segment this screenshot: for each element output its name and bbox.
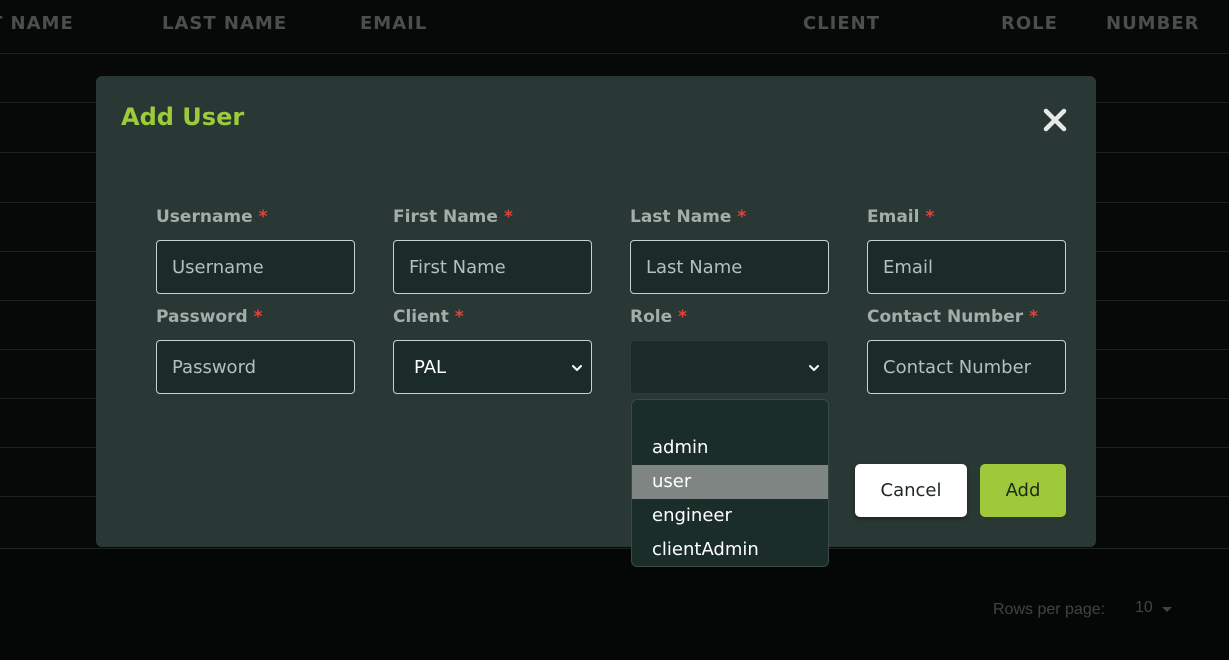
chevron-down-icon [572, 365, 582, 371]
role-option-empty[interactable] [632, 400, 828, 434]
role-select[interactable] [630, 340, 829, 394]
table-header: T NAME LAST NAME EMAIL CLIENT ROLE NUMBE… [0, 0, 1229, 54]
contact-number-label: Contact Number * [867, 307, 1038, 327]
role-option-admin[interactable]: admin [632, 431, 828, 465]
username-input[interactable] [156, 240, 355, 294]
rows-per-page-select[interactable]: 10 [1135, 599, 1153, 617]
required-marker: * [737, 207, 747, 227]
required-marker: * [503, 207, 513, 227]
caret-down-icon[interactable] [1162, 607, 1172, 612]
required-marker: * [925, 207, 935, 227]
column-header-first-name[interactable]: T NAME [0, 13, 74, 34]
chevron-down-icon [809, 365, 819, 371]
cancel-button[interactable]: Cancel [855, 464, 967, 517]
required-marker: * [258, 207, 268, 227]
add-button[interactable]: Add [980, 464, 1066, 517]
role-dropdown-list: admin user engineer clientAdmin [631, 399, 829, 567]
password-input[interactable] [156, 340, 355, 394]
column-header-client[interactable]: CLIENT [803, 13, 880, 34]
username-label: Username * [156, 207, 268, 227]
column-header-email[interactable]: EMAIL [360, 13, 427, 34]
required-marker: * [1029, 307, 1038, 327]
first-name-label: First Name * [393, 207, 513, 227]
close-icon[interactable] [1041, 106, 1069, 134]
client-label: Client * [393, 307, 464, 327]
first-name-input[interactable] [393, 240, 592, 294]
column-header-number[interactable]: NUMBER [1106, 13, 1199, 34]
password-label: Password * [156, 307, 263, 327]
last-name-input[interactable] [630, 240, 829, 294]
required-marker: * [253, 307, 263, 327]
required-marker: * [454, 307, 464, 327]
role-option-engineer[interactable]: engineer [632, 499, 828, 533]
role-option-user[interactable]: user [632, 465, 828, 499]
email-input[interactable] [867, 240, 1066, 294]
contact-number-input[interactable] [867, 340, 1066, 394]
client-select[interactable]: PAL [393, 340, 592, 394]
dialog-title: Add User [121, 103, 245, 131]
rows-per-page-label: Rows per page: [993, 601, 1106, 618]
required-marker: * [678, 307, 688, 327]
column-header-last-name[interactable]: LAST NAME [162, 13, 287, 34]
client-select-value: PAL [414, 357, 447, 378]
email-label: Email * [867, 207, 935, 227]
last-name-label: Last Name * [630, 207, 747, 227]
role-label: Role * [630, 307, 688, 327]
column-header-role[interactable]: ROLE [1001, 13, 1058, 34]
role-option-clientadmin[interactable]: clientAdmin [632, 533, 828, 566]
